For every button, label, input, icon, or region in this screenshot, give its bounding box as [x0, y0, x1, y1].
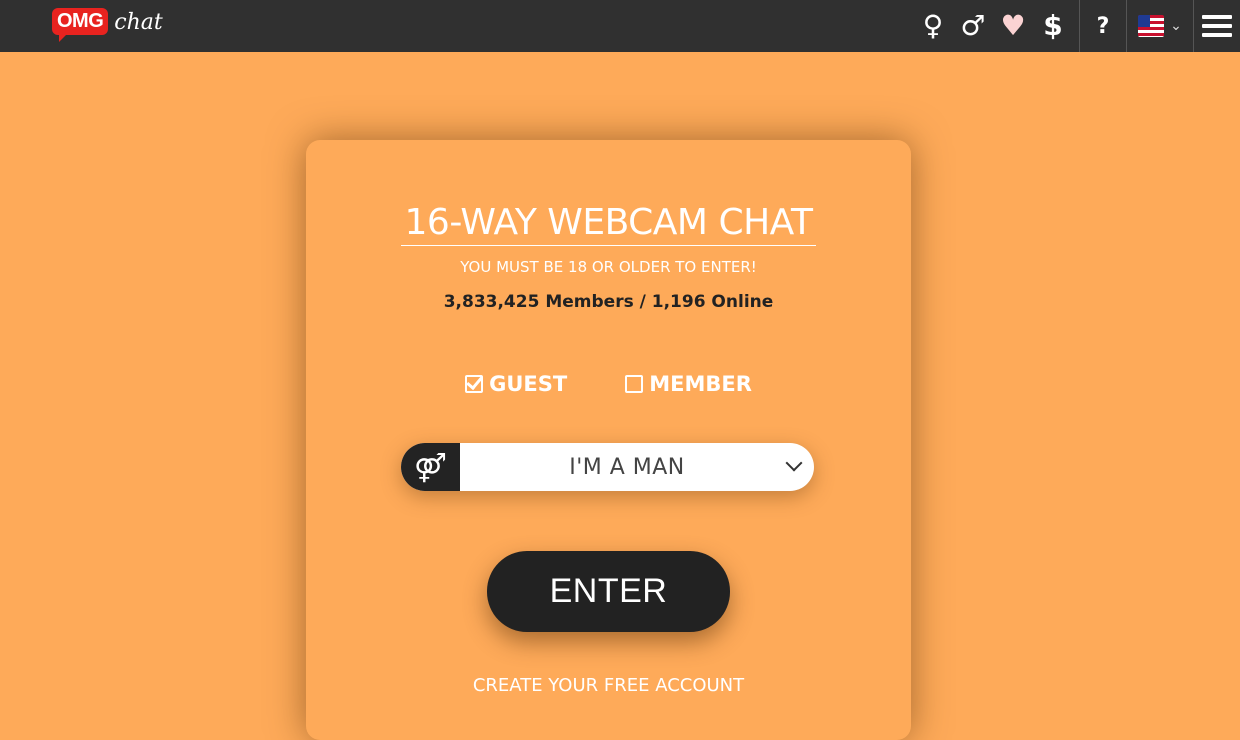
- page-title: 16-WAY WEBCAM CHAT: [401, 202, 816, 246]
- top-navigation-bar: OMG chat ♀ ♂ ♥ $ ? ⌄: [0, 0, 1240, 52]
- female-icon[interactable]: ♀: [913, 0, 953, 52]
- login-mode-tabs: GUEST MEMBER: [306, 372, 911, 396]
- dollar-icon[interactable]: $: [1033, 0, 1073, 52]
- omg-chat-logo[interactable]: OMG chat: [52, 8, 163, 42]
- entry-card: 16-WAY WEBCAM CHAT YOU MUST BE 18 OR OLD…: [306, 140, 911, 740]
- chevron-down-icon: ⌄: [1170, 18, 1182, 34]
- gender-symbol-icon: ⚤: [401, 443, 460, 491]
- member-option[interactable]: MEMBER: [625, 372, 752, 396]
- checkbox-empty-icon: [625, 375, 644, 393]
- guest-label: GUEST: [489, 372, 568, 396]
- member-stats: 3,833,425 Members / 1,196 Online: [443, 292, 774, 312]
- gender-select[interactable]: ⚤ I'M A MAN: [401, 443, 814, 491]
- top-icon-group: ♀ ♂ ♥ $ ? ⌄: [913, 0, 1240, 52]
- heart-icon[interactable]: ♥: [993, 0, 1033, 52]
- gender-selected-value: I'M A MAN: [569, 454, 685, 480]
- create-account-link[interactable]: CREATE YOUR FREE ACCOUNT: [306, 675, 911, 696]
- checkbox-checked-icon: [465, 372, 484, 393]
- logo-wordmark: chat: [114, 10, 163, 35]
- male-icon[interactable]: ♂: [953, 0, 993, 52]
- guest-option[interactable]: GUEST: [465, 372, 567, 396]
- hamburger-menu-icon[interactable]: [1194, 0, 1240, 52]
- age-warning: YOU MUST BE 18 OR OLDER TO ENTER!: [460, 258, 757, 276]
- logo-badge: OMG: [52, 8, 109, 42]
- help-icon[interactable]: ?: [1080, 0, 1126, 52]
- member-label: MEMBER: [649, 372, 752, 396]
- language-selector[interactable]: ⌄: [1127, 0, 1193, 52]
- us-flag-icon: [1138, 15, 1165, 37]
- enter-button[interactable]: ENTER: [487, 551, 730, 632]
